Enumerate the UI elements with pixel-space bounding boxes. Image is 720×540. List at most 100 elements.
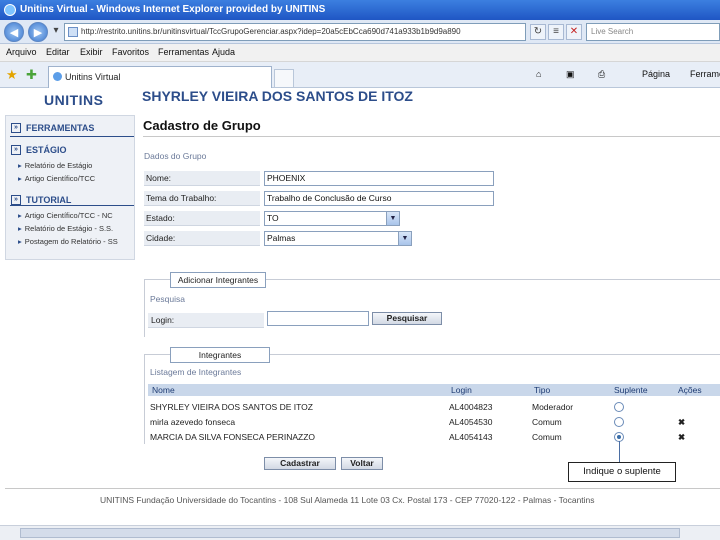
theme-field[interactable]: Trabalho de Conclusão de Curso (264, 191, 494, 206)
name-field[interactable]: PHOENIX (264, 171, 494, 186)
menu-item-edit[interactable]: Editar (46, 47, 70, 57)
history-dropdown-icon[interactable]: ▾ (48, 24, 64, 40)
chevron-down-icon: ▼ (398, 232, 411, 245)
forward-arrow-icon[interactable]: ▶ (28, 22, 48, 42)
login-input[interactable] (267, 311, 369, 326)
column-type: Tipo (534, 385, 551, 395)
title-divider (143, 136, 720, 137)
register-button[interactable]: Cadastrar (264, 457, 336, 470)
tab-add-members[interactable]: Adicionar Integrantes (170, 272, 266, 288)
collapse-icon[interactable]: » (11, 145, 21, 155)
delete-icon[interactable]: ✖ (678, 432, 685, 443)
window-title: Unitins Virtual - Windows Internet Explo… (20, 4, 326, 15)
member-login: AL4054530 (449, 417, 493, 427)
state-label: Estado: (144, 211, 260, 226)
sidebar-item-stage-article[interactable]: ▸ Artigo Científico/TCC (18, 174, 95, 183)
member-name: mirla azevedo fonseca (150, 417, 236, 427)
footer-text: UNITINS Fundação Universidade do Tocanti… (100, 495, 595, 505)
group-data-legend: Dados do Grupo (144, 151, 207, 161)
address-bar[interactable]: http://restrito.unitins.br/unitinsvirtua… (64, 23, 526, 41)
menu-item-favorites[interactable]: Favoritos (112, 47, 149, 57)
address-text: http://restrito.unitins.br/unitinsvirtua… (81, 27, 461, 36)
tab-title: Unitins Virtual (65, 72, 121, 82)
member-name: MARCIA DA SILVA FONSECA PERINAZZO (150, 432, 316, 442)
collapse-icon[interactable]: » (11, 195, 21, 205)
city-value: Palmas (267, 233, 296, 243)
add-favorite-icon[interactable]: ✚ (26, 67, 37, 83)
refresh-icon[interactable]: ↻ (530, 24, 546, 40)
tab-unitins[interactable]: Unitins Virtual (48, 66, 272, 88)
horizontal-scrollbar[interactable] (0, 525, 720, 540)
member-login: AL4004823 (449, 402, 493, 412)
collapse-icon[interactable]: » (11, 123, 21, 133)
sidebar: » FERRAMENTAS » ESTÁGIO ▸ Relatório de Es… (5, 115, 135, 260)
back-button[interactable]: Voltar (341, 457, 383, 470)
member-name: SHYRLEY VIEIRA DOS SANTOS DE ITOZ (150, 402, 313, 412)
menu-item-tools[interactable]: Ferramentas (158, 47, 209, 57)
city-select[interactable]: Palmas ▼ (264, 231, 412, 246)
sidebar-heading-tools: » FERRAMENTAS (10, 120, 134, 137)
table-row: mirla azevedo fonseca AL4054530 Comum ✖ (148, 415, 720, 429)
stop-icon[interactable]: ✕ (566, 24, 582, 40)
rss-icon[interactable]: ▣ (566, 69, 575, 80)
sidebar-item-tutorial-report[interactable]: ▸ Relatório de Estágio - S.S. (18, 224, 113, 233)
sidebar-item-tutorial-post[interactable]: ▸ Postagem do Relatório - SS (18, 237, 118, 246)
student-name: SHYRLEY VIEIRA DOS SANTOS DE ITOZ (142, 88, 413, 104)
arrow-right-icon: ▸ (18, 224, 22, 233)
page-icon (68, 27, 78, 37)
theme-label: Tema do Trabalho: (144, 191, 260, 206)
window-titlebar: Unitins Virtual - Windows Internet Explo… (0, 0, 720, 20)
address-toolbar: ◀ ▶ ▾ http://restrito.unitins.br/unitins… (0, 20, 720, 44)
menu-item-help[interactable]: Ajuda (212, 47, 235, 57)
search-input[interactable]: Live Search (586, 23, 720, 41)
table-row: MARCIA DA SILVA FONSECA PERINAZZO AL4054… (148, 430, 720, 444)
login-label: Login: (148, 313, 264, 328)
back-arrow-icon[interactable]: ◀ (4, 22, 24, 42)
theme-row: Tema do Trabalho: Trabalho de Conclusão … (144, 191, 494, 206)
new-tab-button[interactable] (274, 69, 294, 88)
name-label: Nome: (144, 171, 260, 186)
arrow-right-icon: ▸ (18, 211, 22, 220)
search-button[interactable]: Pesquisar (372, 312, 442, 325)
menu-item-file[interactable]: Arquivo (6, 47, 37, 57)
print-icon[interactable]: ⎙ (598, 69, 605, 80)
column-login: Login (451, 385, 472, 395)
member-type: Comum (532, 417, 562, 427)
column-name: Nome (152, 385, 175, 395)
table-row: SHYRLEY VIEIRA DOS SANTOS DE ITOZ AL4004… (148, 400, 720, 414)
sidebar-item-stage-report[interactable]: ▸ Relatório de Estágio (18, 161, 92, 170)
sidebar-item-tutorial-article[interactable]: ▸ Artigo Científico/TCC - NC (18, 211, 113, 220)
page-content: UNITINS SHYRLEY VIEIRA DOS SANTOS DE ITO… (0, 88, 720, 540)
substitute-radio[interactable] (614, 402, 624, 412)
sidebar-heading-stage: » ESTÁGIO (10, 142, 134, 156)
home-icon[interactable]: ⌂ (536, 69, 541, 79)
unitins-logo: UNITINS (44, 92, 104, 108)
members-legend: Listagem de Integrantes (150, 367, 242, 377)
arrow-right-icon: ▸ (18, 161, 22, 170)
ie-logo-icon (4, 4, 16, 16)
favorites-star-icon[interactable]: ★ (6, 67, 18, 83)
scrollbar-thumb[interactable] (20, 528, 680, 538)
city-label: Cidade: (144, 231, 260, 246)
state-select[interactable]: TO ▼ (264, 211, 400, 226)
tab-bar: ★ ✚ Unitins Virtual ⌂ ▣ ⎙ Página Ferrame… (0, 62, 720, 88)
menu-item-view[interactable]: Exibir (80, 47, 103, 57)
column-substitute: Suplente (614, 385, 648, 395)
substitute-radio[interactable] (614, 417, 624, 427)
column-actions: Ações (678, 385, 702, 395)
page-title: Cadastro de Grupo (143, 118, 261, 133)
page-menu[interactable]: Página (642, 69, 670, 79)
member-type: Moderador (532, 402, 574, 412)
add-members-fieldset: Adicionar Integrantes Pesquisa (144, 272, 720, 337)
tooltip-callout: Indique o suplente (568, 462, 676, 482)
sidebar-heading-tutorial: » TUTORIAL (10, 192, 134, 206)
tools-menu[interactable]: Ferramentas (690, 69, 720, 79)
table-header: Nome Login Tipo Suplente Ações (148, 384, 720, 396)
search-legend: Pesquisa (150, 294, 185, 304)
delete-icon[interactable]: ✖ (678, 417, 685, 428)
city-row: Cidade: Palmas ▼ (144, 231, 494, 246)
member-login: AL4054143 (449, 432, 493, 442)
tab-members[interactable]: Integrantes (170, 347, 270, 363)
arrow-right-icon: ▸ (18, 237, 22, 246)
feed-icon[interactable]: ≡ (548, 24, 564, 40)
